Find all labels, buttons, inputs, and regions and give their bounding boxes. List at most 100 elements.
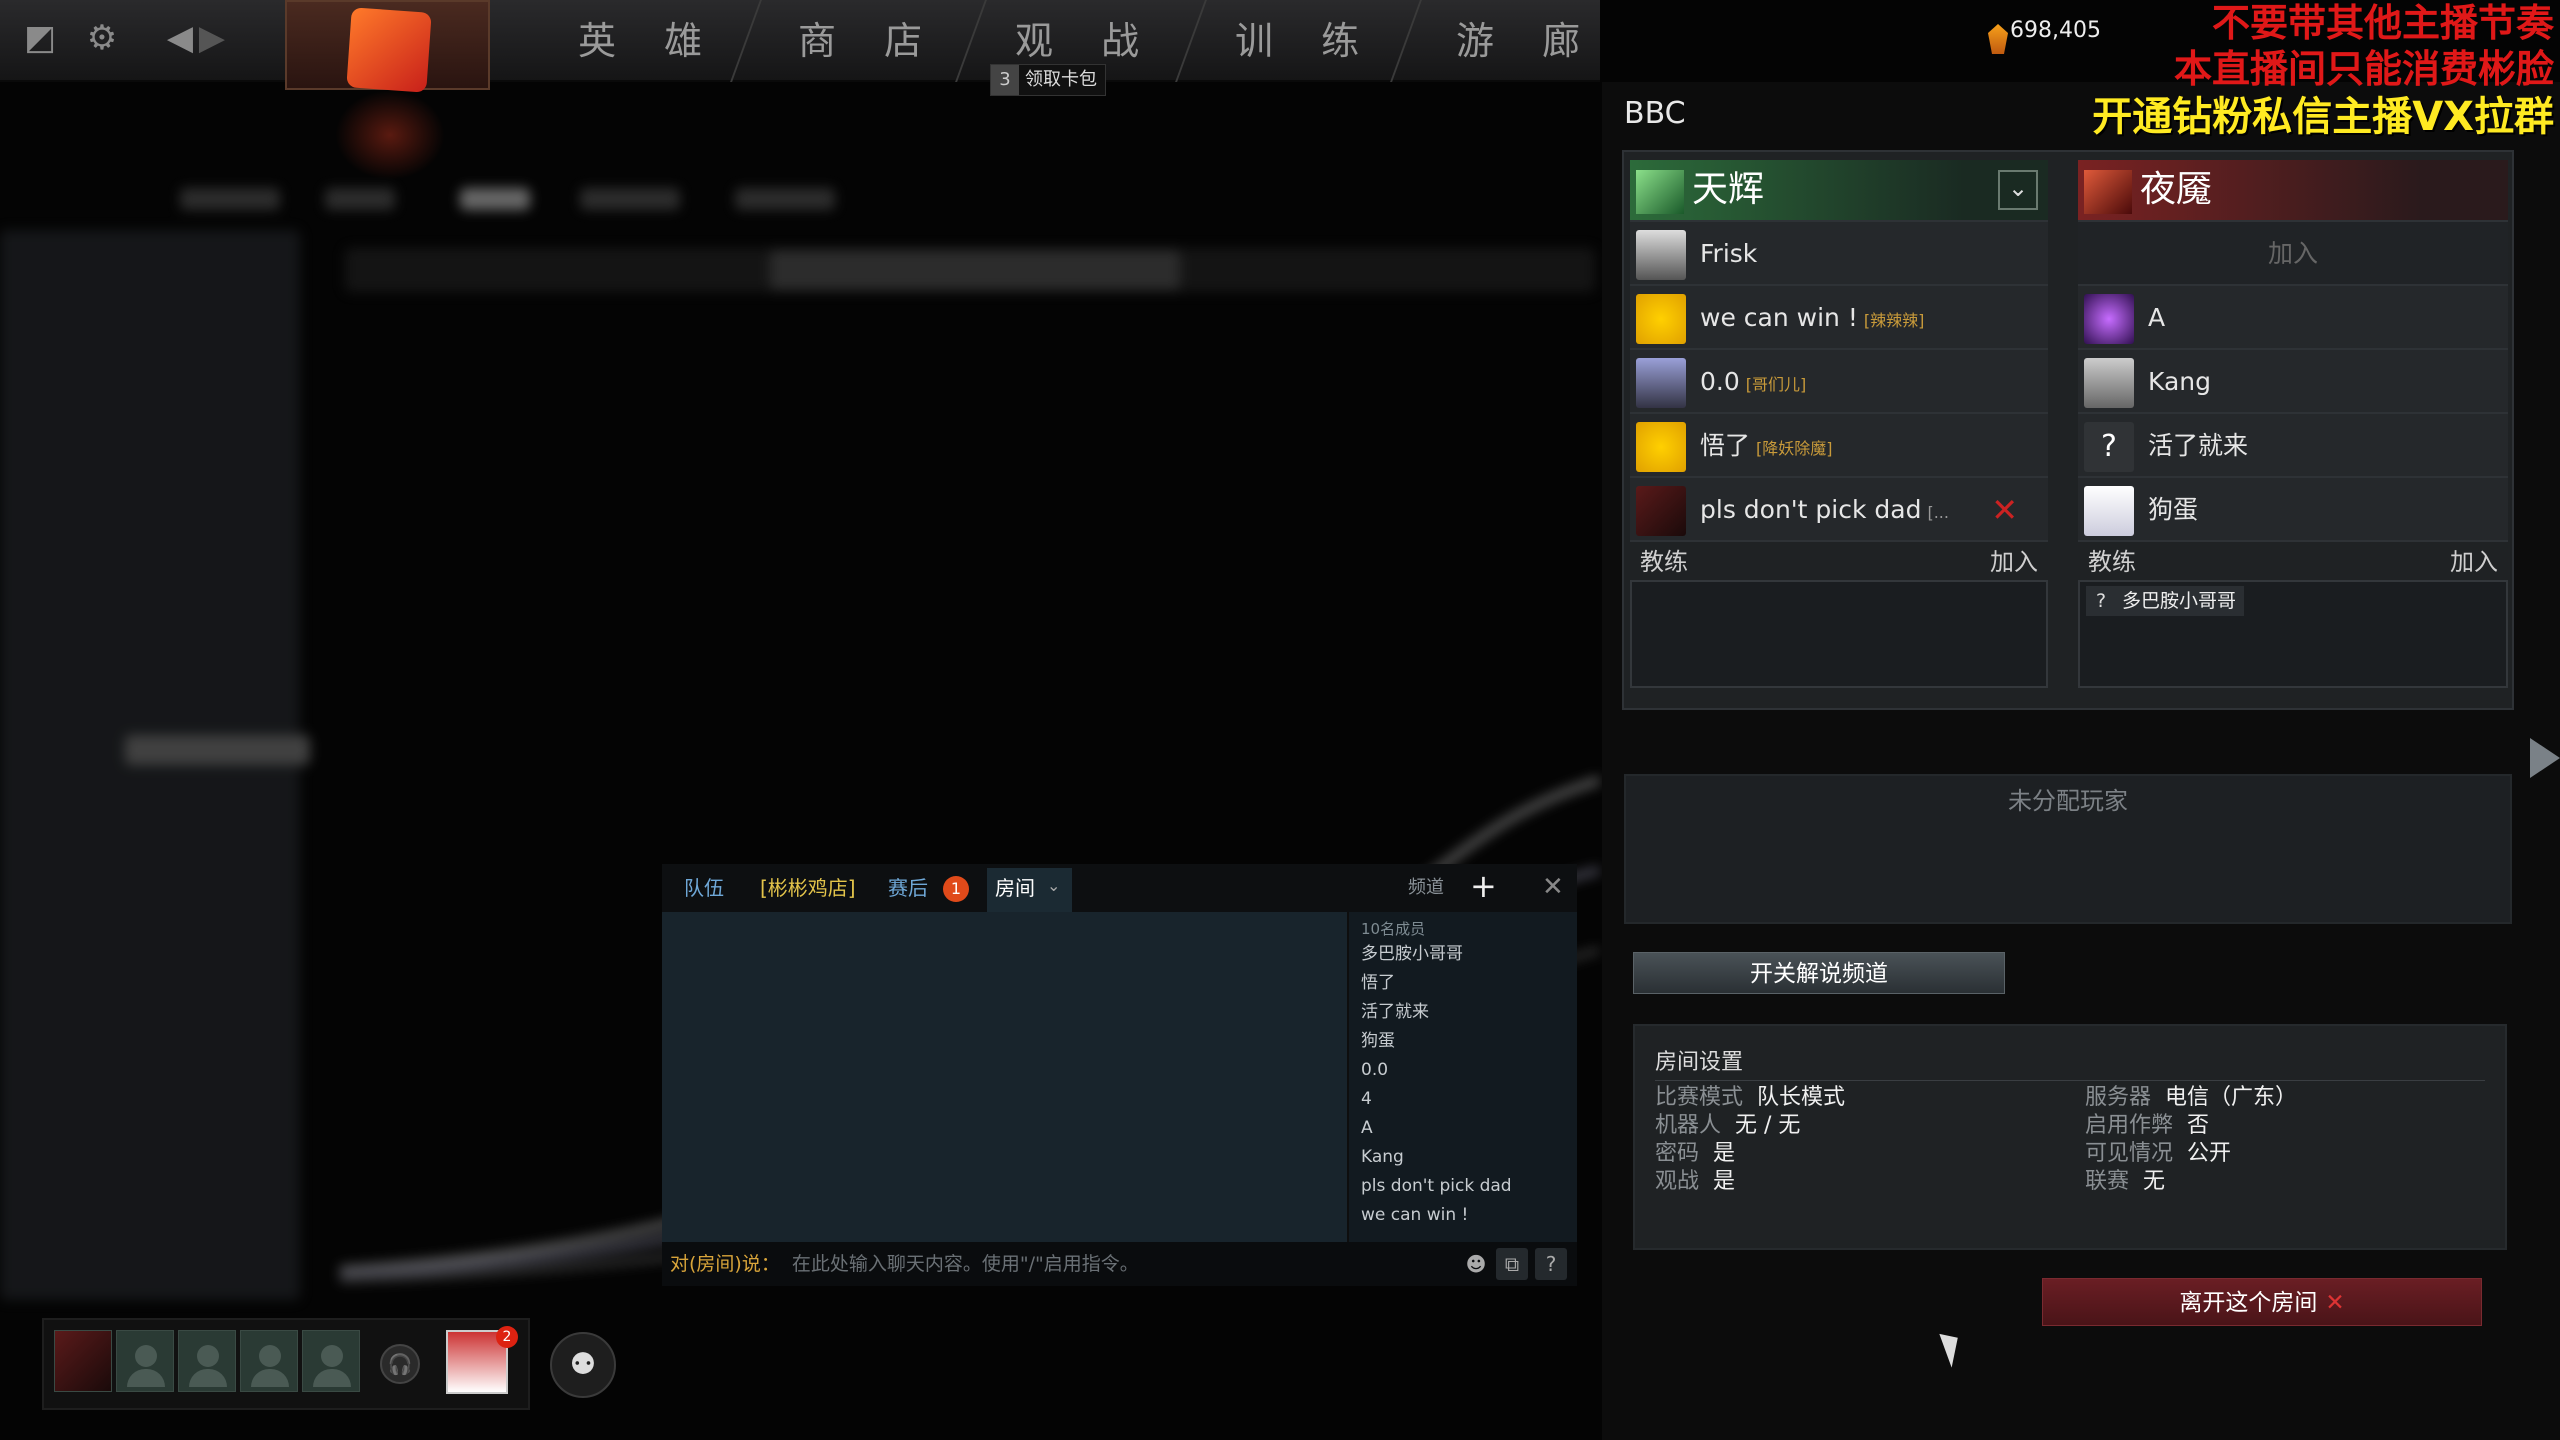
close-icon: ✕	[2325, 1290, 2345, 1316]
claim-pack-tooltip[interactable]: 3 领取卡包	[990, 64, 1106, 96]
setting-row: 启用作弊否	[2085, 1112, 2209, 1140]
toggle-caster-channel-button[interactable]: 开关解说频道	[1633, 952, 2005, 994]
member-item[interactable]: 多巴胺小哥哥	[1361, 940, 1577, 969]
setting-value: 无	[2143, 1169, 2166, 1194]
player-slot[interactable]: Kang	[2078, 348, 2508, 412]
nav-learn[interactable]: 训 练	[1235, 14, 1377, 68]
unassigned-players-area[interactable]: 未分配玩家	[1624, 774, 2512, 924]
radiant-team: 天辉 ⌄ Frisk we can win ! [辣辣辣] 0.0 [哥们儿] 悟了…	[1630, 160, 2048, 688]
user-icon	[197, 1345, 219, 1367]
gear-icon[interactable]: ⚙	[80, 16, 124, 60]
member-item[interactable]: 活了就来	[1361, 998, 1577, 1027]
member-item[interactable]: we can win !	[1361, 1201, 1577, 1230]
player-slot[interactable]: A	[2078, 284, 2508, 348]
kick-icon[interactable]: ✕	[1991, 478, 2018, 542]
coach-join-button[interactable]: 加入	[2450, 542, 2498, 582]
radiant-coach-header: 教练 加入	[1630, 540, 2048, 580]
player-slot[interactable]: ? 活了就来	[2078, 412, 2508, 476]
player-avatar	[1636, 486, 1686, 536]
party-group-icon[interactable]: ⚉	[550, 1332, 616, 1398]
dire-coach-slot[interactable]: ? 多巴胺小哥哥	[2078, 580, 2508, 688]
radiant-logo-icon	[1636, 170, 1684, 214]
help-icon[interactable]: ?	[1535, 1248, 1567, 1280]
player-slot[interactable]: we can win ! [辣辣辣]	[1630, 284, 2048, 348]
expand-panel-arrow-icon[interactable]	[2530, 738, 2560, 778]
chat-input-placeholder[interactable]: 在此处输入聊天内容。使用"/"启用指令。	[792, 1253, 1139, 1275]
party-slot-empty[interactable]	[178, 1330, 236, 1392]
forward-arrow-icon[interactable]: ▶	[190, 16, 234, 60]
player-avatar	[1636, 422, 1686, 472]
setting-key: 服务器	[2085, 1085, 2152, 1110]
nav-arcade[interactable]: 游 廊	[1456, 14, 1598, 68]
player-slot[interactable]: 0.0 [哥们儿]	[1630, 348, 2048, 412]
nav-divider	[1175, 0, 1207, 82]
nav-divider	[955, 0, 987, 82]
setting-value: 公开	[2187, 1141, 2232, 1166]
add-channel-icon[interactable]: +	[1470, 866, 1497, 906]
headset-icon[interactable]: 🎧	[380, 1344, 420, 1384]
member-item[interactable]: A	[1361, 1114, 1577, 1143]
player-slot-empty[interactable]: 加入	[2078, 220, 2508, 284]
leave-room-button[interactable]: 离开这个房间 ✕	[2042, 1278, 2482, 1326]
player-slot[interactable]: 狗蛋	[2078, 476, 2508, 540]
top-navigation-bar: ◩ ⚙ ◀ ▶ 英 雄 商 店 观 战 训 练 游 廊	[0, 0, 1600, 93]
player-slot[interactable]: pls don't pick dad [... ✕	[1630, 476, 2048, 540]
coach-join-button[interactable]: 加入	[1990, 542, 2038, 582]
party-slot-empty[interactable]	[302, 1330, 360, 1392]
join-slot-button[interactable]: 加入	[2078, 222, 2508, 286]
user-icon	[313, 1369, 351, 1387]
player-avatar	[1636, 358, 1686, 408]
nav-heroes[interactable]: 英 雄	[578, 14, 720, 68]
room-settings: 房间设置 比赛模式 队长模式 机器人无 / 无 密码是 观战是 服务器 电信（广东）…	[1633, 1024, 2507, 1250]
member-item[interactable]: 4	[1361, 1085, 1577, 1114]
radiant-coach-slot[interactable]	[1630, 580, 2048, 688]
nav-store[interactable]: 商 店	[798, 14, 940, 68]
close-icon[interactable]: ✕	[1542, 870, 1564, 904]
emoji-icon[interactable]: ☻	[1460, 1248, 1492, 1280]
overlay-line-3: 开通钻粉私信主播VX拉群	[2092, 94, 2554, 140]
party-slot-empty[interactable]	[240, 1330, 298, 1392]
user-icon	[135, 1345, 157, 1367]
radiant-header: 天辉 ⌄	[1630, 160, 2048, 220]
party-slot-empty[interactable]	[116, 1330, 174, 1392]
player-name: we can win !	[1700, 303, 1858, 332]
image-icon[interactable]: ⧉	[1496, 1248, 1528, 1280]
chat-tab-team[interactable]: 队伍	[684, 874, 724, 902]
member-item[interactable]: 悟了	[1361, 969, 1577, 998]
member-item[interactable]: 狗蛋	[1361, 1027, 1577, 1056]
coach-name: 多巴胺小哥哥	[2122, 590, 2237, 612]
chevron-down-icon[interactable]: ⌄	[1047, 876, 1060, 895]
player-name: 活了就来	[2148, 431, 2249, 460]
member-item[interactable]: 0.0	[1361, 1056, 1577, 1085]
player-slot[interactable]: 悟了 [降妖除魔]	[1630, 412, 2048, 476]
chat-input-bar[interactable]: 对(房间)说： 在此处输入聊天内容。使用"/"启用指令。 ☻ ⧉ ?	[662, 1242, 1577, 1286]
dota-logo[interactable]	[285, 0, 490, 93]
setting-row: 服务器 电信（广东）	[2085, 1084, 2297, 1112]
party-avatar-self[interactable]	[54, 1330, 112, 1392]
dashboard-icon[interactable]: ◩	[18, 16, 62, 60]
setting-row: 机器人无 / 无	[1655, 1112, 1800, 1140]
channel-label[interactable]: 频道	[1408, 874, 1444, 902]
notification-badge: 2	[496, 1326, 518, 1348]
player-name: Kang	[2148, 367, 2211, 396]
nav-watch[interactable]: 观 战	[1015, 14, 1157, 68]
chat-tab-room-wrap[interactable]: 房间 ⌄	[987, 868, 1072, 912]
player-name: pls don't pick dad	[1700, 495, 1922, 524]
claim-pack-label: 领取卡包	[1025, 69, 1097, 90]
coach-entry[interactable]: ? 多巴胺小哥哥	[2086, 586, 2245, 616]
blurred-button	[125, 735, 310, 765]
player-guild-tag: [哥们儿]	[1745, 375, 1807, 394]
player-name: Frisk	[1700, 239, 1758, 268]
player-slot[interactable]: Frisk	[1630, 220, 2048, 284]
setting-value: 否	[2187, 1113, 2210, 1138]
chevron-down-icon[interactable]: ⌄	[1998, 170, 2038, 210]
chat-tab-postgame[interactable]: 赛后	[888, 874, 928, 902]
chat-messages-area[interactable]	[662, 912, 1347, 1242]
player-guild-tag: [辣辣辣]	[1863, 311, 1925, 330]
member-item[interactable]: pls don't pick dad	[1361, 1172, 1577, 1201]
member-item[interactable]: Kang	[1361, 1143, 1577, 1172]
setting-row: 密码是	[1655, 1140, 1735, 1168]
chat-tab-room[interactable]: 房间	[995, 874, 1035, 902]
chat-tab-guild[interactable]: [彬彬鸡店]	[760, 874, 856, 902]
setting-row: 联赛无	[2085, 1168, 2165, 1196]
